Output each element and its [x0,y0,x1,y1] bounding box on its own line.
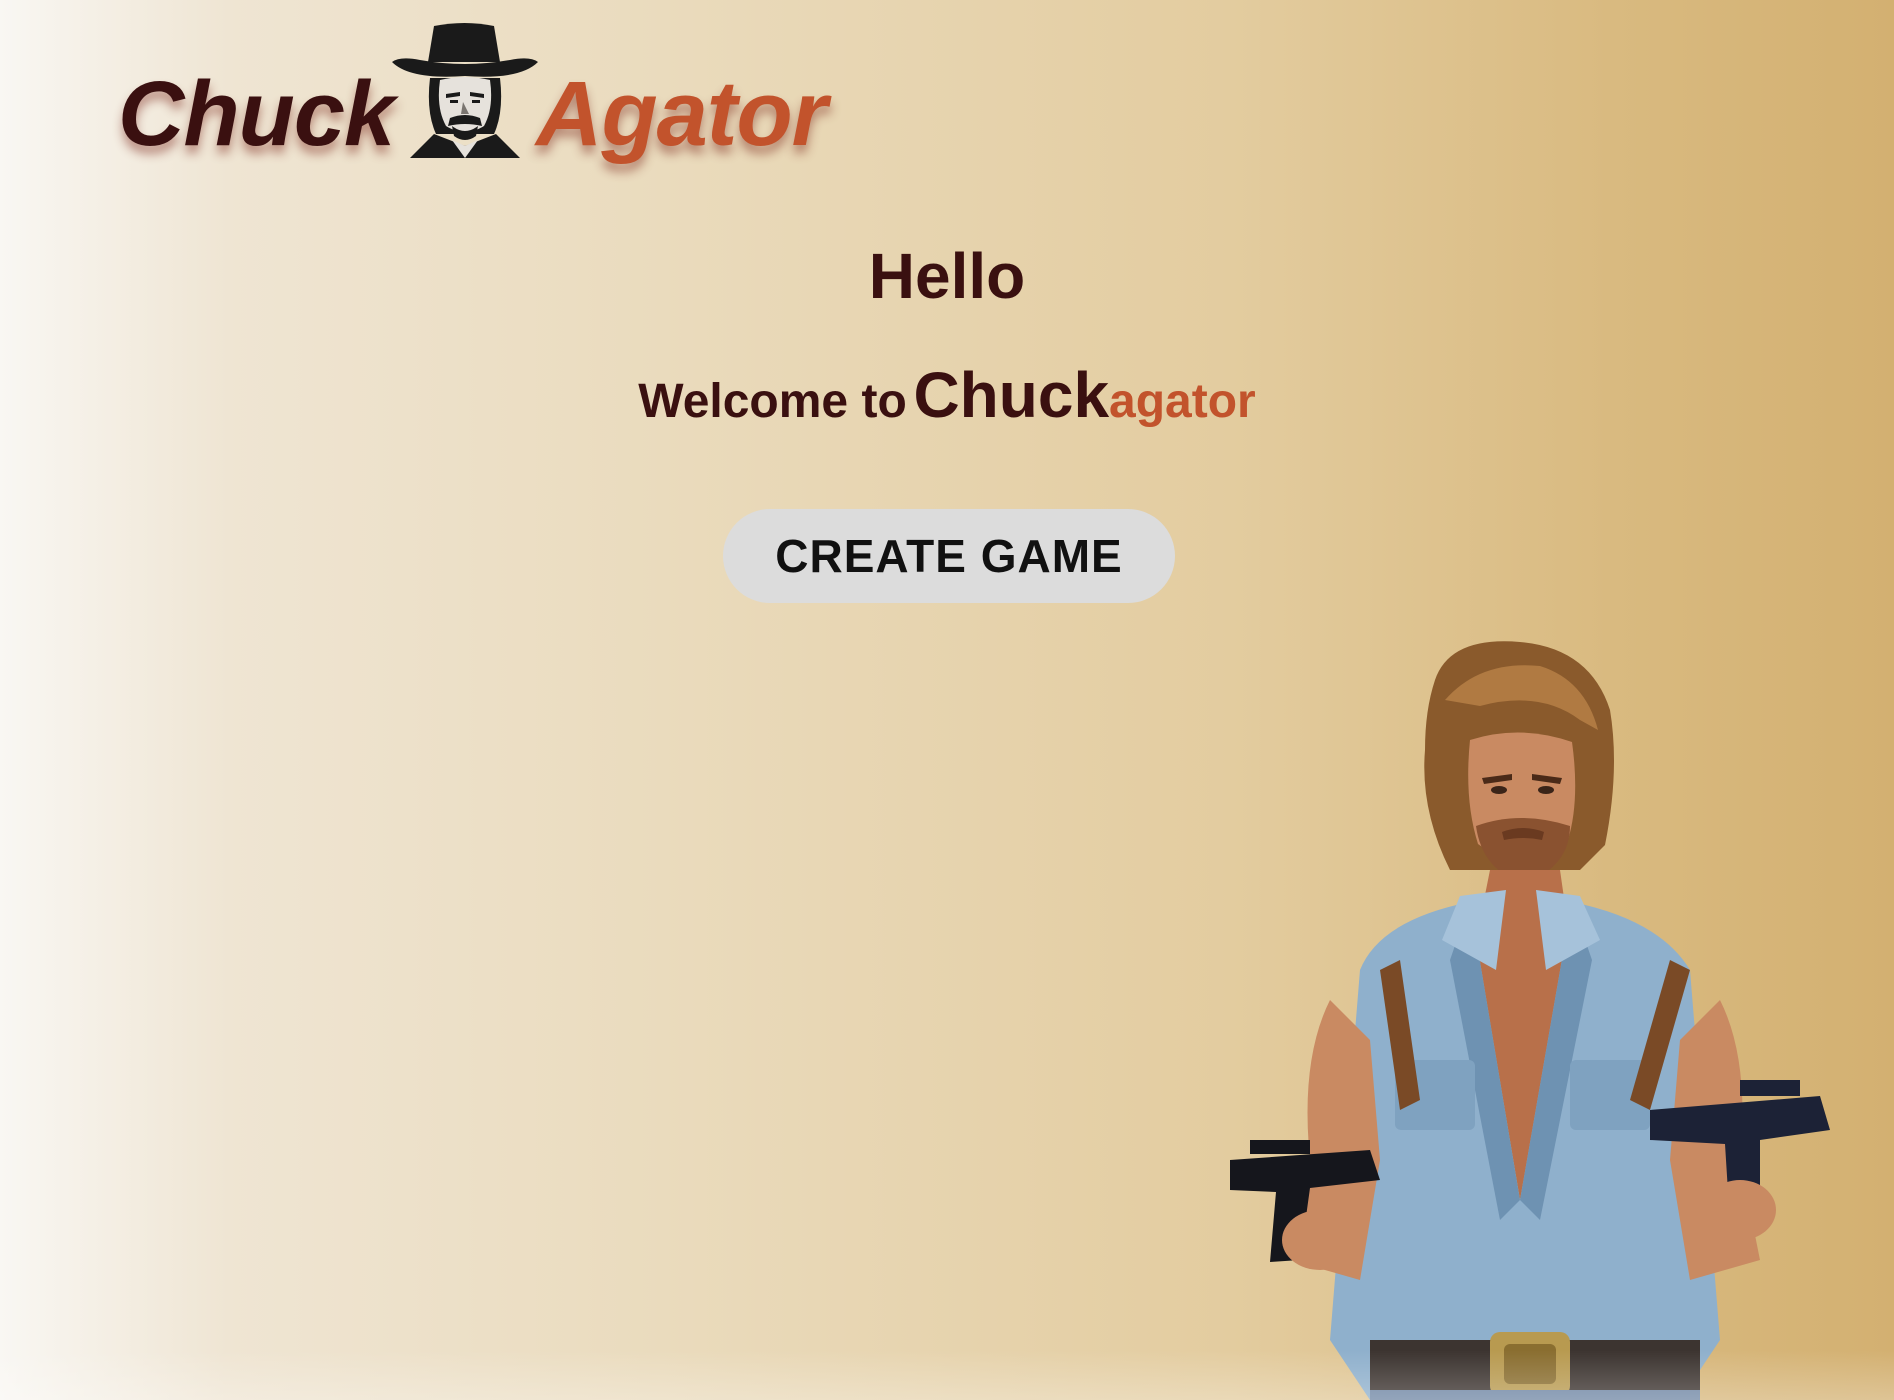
logo-text-agator: Agator [536,63,827,165]
hello-heading: Hello [868,240,1026,312]
chuck-figure-icon [1230,641,1830,1400]
logo-text-chuck: Chuck [118,63,395,165]
welcome-brand-chuck: Chuck [913,359,1110,431]
welcome-heading: Welcome to Chuckagator [0,360,1894,445]
welcome-prefix: Welcome to [638,375,907,428]
chuck-face-icon [392,23,538,158]
create-game-button[interactable]: CREATE GAME [723,509,1175,603]
app-logo[interactable]: Chuck Agator [118,22,858,172]
welcome-brand-agator: agator [1109,375,1256,428]
